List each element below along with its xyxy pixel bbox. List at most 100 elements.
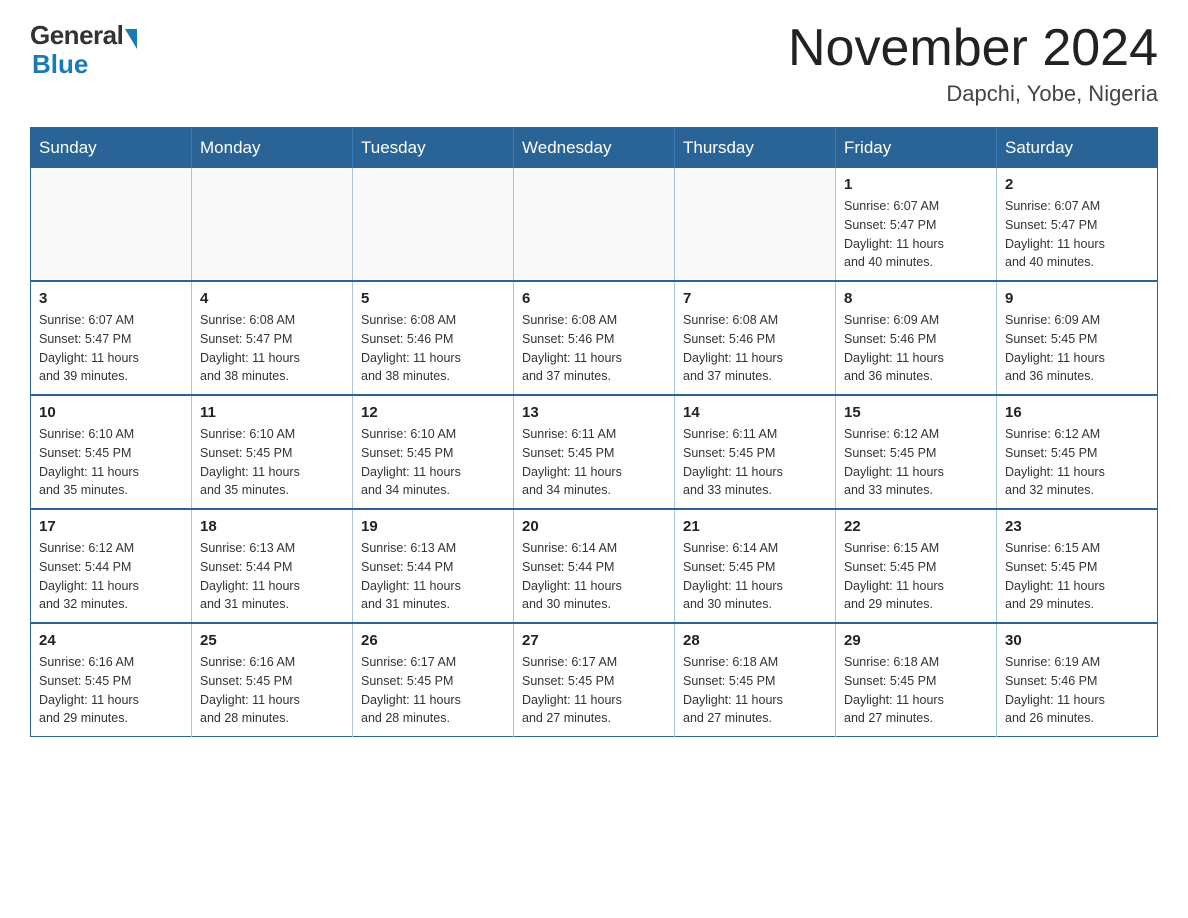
logo-arrow-icon bbox=[125, 29, 137, 49]
calendar-cell: 28 Sunrise: 6:18 AM Sunset: 5:45 PM Dayli… bbox=[675, 623, 836, 737]
page-subtitle: Dapchi, Yobe, Nigeria bbox=[788, 81, 1158, 107]
calendar-cell: 30 Sunrise: 6:19 AM Sunset: 5:46 PM Dayli… bbox=[997, 623, 1158, 737]
day-number: 12 bbox=[361, 404, 505, 421]
day-number: 9 bbox=[1005, 290, 1149, 307]
day-number: 30 bbox=[1005, 632, 1149, 649]
calendar-cell: 13 Sunrise: 6:11 AM Sunset: 5:45 PM Dayli… bbox=[514, 395, 675, 509]
day-info: Sunrise: 6:07 AM Sunset: 5:47 PM Dayligh… bbox=[1005, 197, 1149, 272]
calendar-week-1: 1 Sunrise: 6:07 AM Sunset: 5:47 PM Daylig… bbox=[31, 168, 1158, 281]
day-number: 11 bbox=[200, 404, 344, 421]
day-number: 16 bbox=[1005, 404, 1149, 421]
calendar-cell: 27Sunrise: 6:17 AM Sunset: 5:45 PM Dayli… bbox=[514, 623, 675, 737]
day-number: 2 bbox=[1005, 176, 1149, 193]
day-number: 10 bbox=[39, 404, 183, 421]
day-number: 7 bbox=[683, 290, 827, 307]
calendar-cell bbox=[514, 168, 675, 281]
calendar-cell: 9Sunrise: 6:09 AM Sunset: 5:45 PM Daylig… bbox=[997, 281, 1158, 395]
calendar-cell: 16 Sunrise: 6:12 AM Sunset: 5:45 PM Dayli… bbox=[997, 395, 1158, 509]
calendar-cell: 4 Sunrise: 6:08 AM Sunset: 5:47 PM Daylig… bbox=[192, 281, 353, 395]
day-info: Sunrise: 6:18 AM Sunset: 5:45 PM Dayligh… bbox=[844, 653, 988, 728]
day-info: Sunrise: 6:10 AM Sunset: 5:45 PM Dayligh… bbox=[200, 425, 344, 500]
day-number: 1 bbox=[844, 176, 988, 193]
day-number: 26 bbox=[361, 632, 505, 649]
day-info: Sunrise: 6:16 AM Sunset: 5:45 PM Dayligh… bbox=[200, 653, 344, 728]
day-info: Sunrise: 6:13 AM Sunset: 5:44 PM Dayligh… bbox=[200, 539, 344, 614]
calendar-cell: 18 Sunrise: 6:13 AM Sunset: 5:44 PM Dayli… bbox=[192, 509, 353, 623]
logo: General Blue bbox=[30, 20, 137, 80]
calendar-week-3: 10 Sunrise: 6:10 AM Sunset: 5:45 PM Dayli… bbox=[31, 395, 1158, 509]
calendar-cell: 24Sunrise: 6:16 AM Sunset: 5:45 PM Dayli… bbox=[31, 623, 192, 737]
day-info: Sunrise: 6:07 AM Sunset: 5:47 PM Dayligh… bbox=[39, 311, 183, 386]
calendar-cell: 8 Sunrise: 6:09 AM Sunset: 5:46 PM Daylig… bbox=[836, 281, 997, 395]
calendar-week-2: 3 Sunrise: 6:07 AM Sunset: 5:47 PM Daylig… bbox=[31, 281, 1158, 395]
day-number: 3 bbox=[39, 290, 183, 307]
calendar-cell: 1 Sunrise: 6:07 AM Sunset: 5:47 PM Daylig… bbox=[836, 168, 997, 281]
day-number: 6 bbox=[522, 290, 666, 307]
day-info: Sunrise: 6:10 AM Sunset: 5:45 PM Dayligh… bbox=[39, 425, 183, 500]
day-info: Sunrise: 6:14 AM Sunset: 5:44 PM Dayligh… bbox=[522, 539, 666, 614]
page-header: General Blue November 2024 Dapchi, Yobe,… bbox=[30, 20, 1158, 107]
calendar-cell: 3 Sunrise: 6:07 AM Sunset: 5:47 PM Daylig… bbox=[31, 281, 192, 395]
calendar-cell bbox=[31, 168, 192, 281]
day-info: Sunrise: 6:08 AM Sunset: 5:46 PM Dayligh… bbox=[361, 311, 505, 386]
day-number: 21 bbox=[683, 518, 827, 535]
day-number: 17 bbox=[39, 518, 183, 535]
calendar-cell: 11 Sunrise: 6:10 AM Sunset: 5:45 PM Dayli… bbox=[192, 395, 353, 509]
day-number: 29 bbox=[844, 632, 988, 649]
day-info: Sunrise: 6:19 AM Sunset: 5:46 PM Dayligh… bbox=[1005, 653, 1149, 728]
day-info: Sunrise: 6:11 AM Sunset: 5:45 PM Dayligh… bbox=[683, 425, 827, 500]
day-info: Sunrise: 6:15 AM Sunset: 5:45 PM Dayligh… bbox=[1005, 539, 1149, 614]
calendar-cell: 29 Sunrise: 6:18 AM Sunset: 5:45 PM Dayli… bbox=[836, 623, 997, 737]
day-number: 28 bbox=[683, 632, 827, 649]
calendar-header-thursday: Thursday bbox=[675, 128, 836, 169]
calendar-cell: 15 Sunrise: 6:12 AM Sunset: 5:45 PM Dayli… bbox=[836, 395, 997, 509]
day-number: 20 bbox=[522, 518, 666, 535]
calendar-header-tuesday: Tuesday bbox=[353, 128, 514, 169]
calendar-cell: 5 Sunrise: 6:08 AM Sunset: 5:46 PM Daylig… bbox=[353, 281, 514, 395]
title-area: November 2024 Dapchi, Yobe, Nigeria bbox=[788, 20, 1158, 107]
calendar-cell bbox=[675, 168, 836, 281]
calendar-header-wednesday: Wednesday bbox=[514, 128, 675, 169]
calendar-cell: 6 Sunrise: 6:08 AM Sunset: 5:46 PM Daylig… bbox=[514, 281, 675, 395]
calendar-cell: 7 Sunrise: 6:08 AM Sunset: 5:46 PM Daylig… bbox=[675, 281, 836, 395]
calendar-header-friday: Friday bbox=[836, 128, 997, 169]
calendar-cell: 25 Sunrise: 6:16 AM Sunset: 5:45 PM Dayli… bbox=[192, 623, 353, 737]
calendar-cell bbox=[192, 168, 353, 281]
calendar-cell bbox=[353, 168, 514, 281]
day-number: 25 bbox=[200, 632, 344, 649]
day-number: 4 bbox=[200, 290, 344, 307]
day-info: Sunrise: 6:12 AM Sunset: 5:45 PM Dayligh… bbox=[1005, 425, 1149, 500]
day-info: Sunrise: 6:09 AM Sunset: 5:46 PM Dayligh… bbox=[844, 311, 988, 386]
calendar-cell: 22 Sunrise: 6:15 AM Sunset: 5:45 PM Dayli… bbox=[836, 509, 997, 623]
day-info: Sunrise: 6:07 AM Sunset: 5:47 PM Dayligh… bbox=[844, 197, 988, 272]
calendar-header-saturday: Saturday bbox=[997, 128, 1158, 169]
day-number: 14 bbox=[683, 404, 827, 421]
day-number: 27 bbox=[522, 632, 666, 649]
day-info: Sunrise: 6:11 AM Sunset: 5:45 PM Dayligh… bbox=[522, 425, 666, 500]
day-info: Sunrise: 6:08 AM Sunset: 5:46 PM Dayligh… bbox=[522, 311, 666, 386]
calendar-cell: 17 Sunrise: 6:12 AM Sunset: 5:44 PM Dayli… bbox=[31, 509, 192, 623]
day-info: Sunrise: 6:10 AM Sunset: 5:45 PM Dayligh… bbox=[361, 425, 505, 500]
day-number: 13 bbox=[522, 404, 666, 421]
page-title: November 2024 bbox=[788, 20, 1158, 77]
day-info: Sunrise: 6:18 AM Sunset: 5:45 PM Dayligh… bbox=[683, 653, 827, 728]
day-number: 15 bbox=[844, 404, 988, 421]
day-number: 8 bbox=[844, 290, 988, 307]
day-info: Sunrise: 6:14 AM Sunset: 5:45 PM Dayligh… bbox=[683, 539, 827, 614]
day-info: Sunrise: 6:12 AM Sunset: 5:44 PM Dayligh… bbox=[39, 539, 183, 614]
day-number: 22 bbox=[844, 518, 988, 535]
day-info: Sunrise: 6:08 AM Sunset: 5:46 PM Dayligh… bbox=[683, 311, 827, 386]
day-info: Sunrise: 6:15 AM Sunset: 5:45 PM Dayligh… bbox=[844, 539, 988, 614]
day-info: Sunrise: 6:08 AM Sunset: 5:47 PM Dayligh… bbox=[200, 311, 344, 386]
day-info: Sunrise: 6:12 AM Sunset: 5:45 PM Dayligh… bbox=[844, 425, 988, 500]
calendar-header-sunday: Sunday bbox=[31, 128, 192, 169]
day-number: 18 bbox=[200, 518, 344, 535]
logo-blue-text: Blue bbox=[32, 49, 88, 80]
logo-general-text: General bbox=[30, 20, 123, 51]
day-info: Sunrise: 6:17 AM Sunset: 5:45 PM Dayligh… bbox=[361, 653, 505, 728]
day-number: 5 bbox=[361, 290, 505, 307]
calendar-cell: 19Sunrise: 6:13 AM Sunset: 5:44 PM Dayli… bbox=[353, 509, 514, 623]
calendar-cell: 12 Sunrise: 6:10 AM Sunset: 5:45 PM Dayli… bbox=[353, 395, 514, 509]
calendar-cell: 14 Sunrise: 6:11 AM Sunset: 5:45 PM Dayli… bbox=[675, 395, 836, 509]
calendar-cell: 20 Sunrise: 6:14 AM Sunset: 5:44 PM Dayli… bbox=[514, 509, 675, 623]
